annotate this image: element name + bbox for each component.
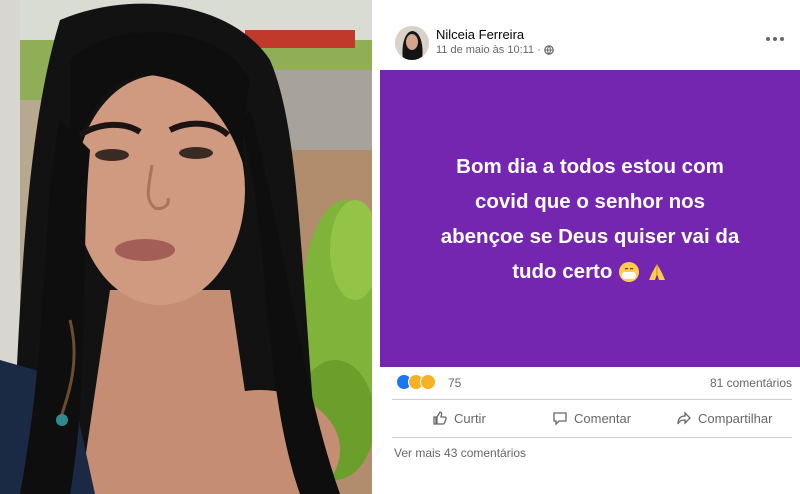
post-meta: 11 de maio às 10:11 · <box>436 44 554 56</box>
status-background-card: Bom dia a todos estou com covid que o se… <box>380 70 800 367</box>
post-timestamp[interactable]: 11 de maio às 10:11 · <box>436 44 541 56</box>
status-line-3: abençoe se Deus quiser vai da <box>440 224 740 248</box>
reactions-row: 75 81 comentários <box>380 372 800 394</box>
status-text: Bom dia a todos estou com covid que o se… <box>410 149 770 289</box>
thumbs-up-icon <box>433 411 447 425</box>
avatar-image <box>395 26 429 60</box>
facebook-post: Nilceia Ferreira 11 de maio às 10:11 · B… <box>380 14 800 494</box>
divider <box>392 399 792 400</box>
like-button[interactable]: Curtir <box>432 410 486 426</box>
status-line-4: tudo certo <box>410 254 770 289</box>
profile-photo <box>0 0 372 494</box>
post-actions: Curtir Comentar Compartilhar <box>380 404 800 434</box>
share-icon <box>677 411 691 425</box>
comment-button[interactable]: Comentar <box>552 410 631 426</box>
share-label: Compartilhar <box>698 410 773 426</box>
folded-hands-icon <box>648 264 665 281</box>
comments-count[interactable]: 81 comentários <box>710 376 792 390</box>
like-label: Curtir <box>454 410 486 426</box>
reaction-count[interactable]: 75 <box>448 376 461 390</box>
comment-icon <box>553 412 567 426</box>
care-icon <box>420 374 436 390</box>
divider <box>392 437 792 438</box>
status-line-4-text: tudo certo <box>512 259 613 283</box>
status-line-2: covid que o senhor nos <box>474 189 706 213</box>
globe-icon <box>543 45 554 55</box>
share-button[interactable]: Compartilhar <box>676 410 772 426</box>
view-more-comments-link[interactable]: Ver mais 43 comentários <box>394 446 526 460</box>
author-name[interactable]: Nilceia Ferreira <box>436 27 524 42</box>
comment-label: Comentar <box>574 410 632 426</box>
woman-portrait-image <box>0 0 372 494</box>
reaction-icons[interactable] <box>396 374 436 392</box>
author-avatar[interactable] <box>395 26 429 60</box>
status-line-1: Bom dia a todos estou com <box>456 154 724 178</box>
news-composite: Nilceia Ferreira 11 de maio às 10:11 · B… <box>0 0 800 494</box>
post-header: Nilceia Ferreira 11 de maio às 10:11 · <box>380 14 800 70</box>
more-options-icon[interactable] <box>766 32 786 46</box>
face-with-mask-icon <box>619 262 640 283</box>
